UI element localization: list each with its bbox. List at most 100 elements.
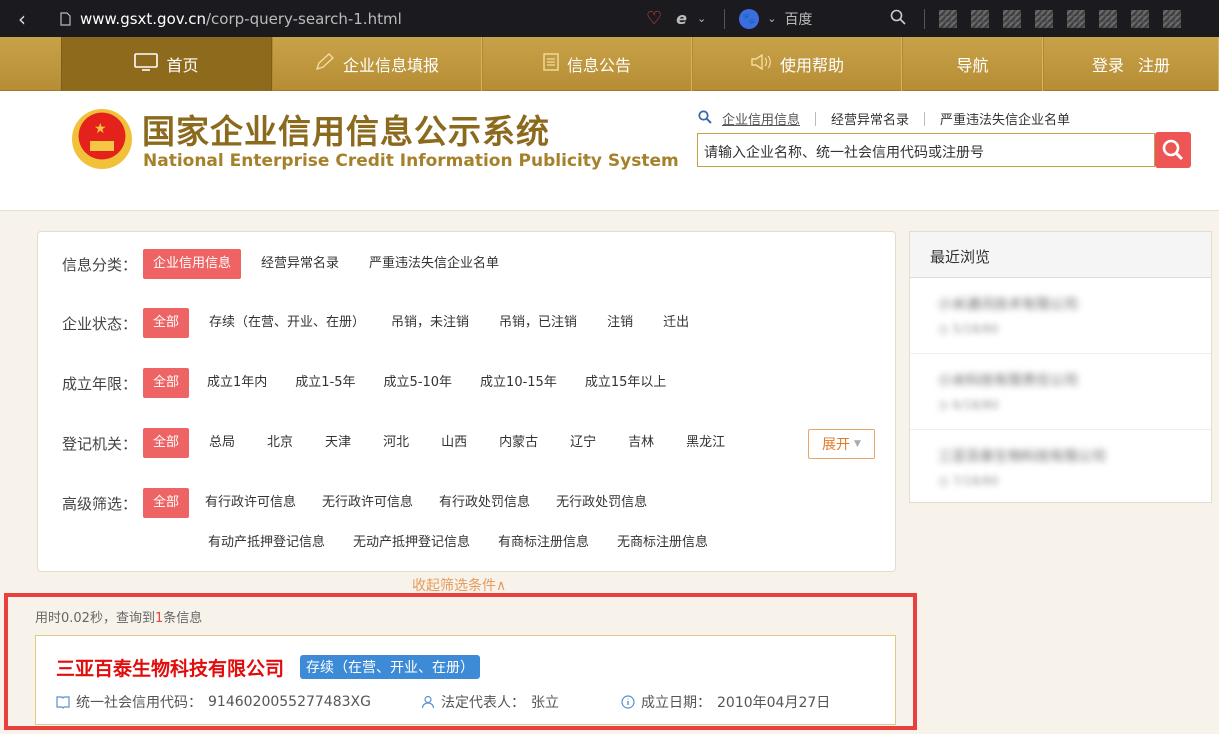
toolbar-divider: [724, 8, 726, 29]
extension-icon[interactable]: [1067, 9, 1086, 28]
filter-chip[interactable]: 辽宁: [560, 428, 606, 458]
extension-icon[interactable]: [1099, 9, 1118, 28]
filter-chip[interactable]: 总局: [199, 428, 245, 458]
tab-blacklist[interactable]: 严重违法失信企业名单: [940, 109, 1070, 128]
extension-icon[interactable]: [1035, 9, 1054, 28]
chevron-down-icon[interactable]: ⌄: [767, 12, 776, 25]
nav-guide-label: 导航: [956, 56, 989, 75]
filter-chip[interactable]: 有商标注册信息: [488, 528, 599, 558]
extension-icon[interactable]: [939, 9, 958, 28]
favorite-icon[interactable]: ♡: [646, 8, 662, 29]
company-search-input[interactable]: 请输入企业名称、统一社会信用代码或注册号: [697, 133, 1155, 167]
site-subtitle: National Enterprise Credit Information P…: [143, 151, 679, 171]
search-icon: [698, 109, 712, 128]
filter-chip[interactable]: 全部: [143, 488, 190, 518]
extension-icon[interactable]: [1131, 9, 1150, 28]
nav-guide[interactable]: 导航: [902, 37, 1043, 91]
ie-mode-icon[interactable]: e: [676, 9, 687, 28]
filter-chip[interactable]: 有行政许可信息: [195, 488, 306, 518]
filter-chip[interactable]: 成立10-15年: [470, 368, 567, 398]
recent-item[interactable]: 小米通讯技术有限公司 ◷ 5/18/80: [910, 278, 1211, 354]
nav-auth: 登录 注册: [1043, 37, 1219, 91]
recent-panel: 最近浏览 小米通讯技术有限公司 ◷ 5/18/80 小米科技有限责任公司 ◷ 6…: [909, 231, 1212, 503]
filter-chip[interactable]: 北京: [257, 428, 303, 458]
extension-icon[interactable]: [1003, 9, 1022, 28]
filter-chip[interactable]: 无行政处罚信息: [546, 488, 657, 518]
recent-item-name: 小米通讯技术有限公司: [938, 297, 1078, 313]
nav-help-label: 使用帮助: [779, 56, 844, 75]
filter-chip[interactable]: 吊销，未注销: [381, 308, 479, 338]
site-header: ★ 国家企业信用信息公示系统 National Enterprise Credi…: [0, 91, 1219, 211]
filter-chip[interactable]: 存续（在营、开业、在册）: [199, 308, 375, 338]
divider: [924, 111, 926, 126]
nav-notice-label: 信息公告: [566, 56, 631, 75]
filter-chip[interactable]: 成立5-10年: [374, 368, 463, 398]
nav-home[interactable]: 首页: [61, 37, 272, 91]
filter-row-category: 信息分类： 企业信用信息 经营异常名录 严重违法失信企业名单: [38, 249, 509, 279]
filter-chip[interactable]: 无动产抵押登记信息: [343, 528, 480, 558]
filter-chip[interactable]: 企业信用信息: [143, 249, 242, 279]
filter-label: 高级筛选：: [61, 494, 137, 513]
filter-chip[interactable]: 有行政处罚信息: [429, 488, 540, 518]
recent-item[interactable]: 小米科技有限责任公司 ◷ 6/18/80: [910, 354, 1211, 430]
nav-notice[interactable]: 信息公告: [482, 37, 692, 91]
extension-icon[interactable]: [971, 9, 990, 28]
filter-chip[interactable]: 河北: [373, 428, 419, 458]
chevron-down-icon[interactable]: ⌄: [697, 12, 706, 25]
site-title: 国家企业信用信息公示系统: [142, 112, 550, 151]
filter-chip[interactable]: 吊销，已注销: [489, 308, 587, 338]
search-engine-input[interactable]: 百度: [784, 9, 884, 29]
main-nav: 首页 企业信息填报 信息公告 使用帮助 导航 登录 注册: [0, 37, 1219, 91]
filter-chip[interactable]: 山西: [431, 428, 477, 458]
clock-icon: ◷: [938, 474, 949, 488]
extension-icon[interactable]: [1163, 9, 1182, 28]
search-icon[interactable]: [890, 9, 907, 29]
search-icon: [1162, 139, 1184, 161]
filter-chip[interactable]: 成立1年内: [197, 368, 277, 398]
filter-chip[interactable]: 经营异常名录: [251, 249, 349, 279]
filter-chip[interactable]: 严重违法失信企业名单: [359, 249, 509, 279]
monitor-icon: [134, 53, 159, 75]
address-bar[interactable]: www.gsxt.gov.cn/corp-query-search-1.html: [80, 10, 640, 28]
filter-chip[interactable]: 黑龙江: [676, 428, 735, 458]
recent-item[interactable]: 三亚百泰生物科技有限公司 ◷ 7/18/80: [910, 430, 1211, 506]
back-icon[interactable]: ‹: [0, 0, 44, 37]
recent-item-date: ◷ 6/18/80: [938, 398, 1183, 412]
filter-row-years: 成立年限： 全部 成立1年内 成立1-5年 成立5-10年 成立10-15年 成…: [38, 368, 676, 398]
filter-label: 成立年限：: [61, 374, 137, 393]
filter-chip[interactable]: 全部: [143, 428, 190, 458]
filter-chip[interactable]: 无行政许可信息: [312, 488, 423, 518]
recent-item-date: ◷ 7/18/80: [938, 474, 1183, 488]
tab-abnormal-list[interactable]: 经营异常名录: [831, 109, 909, 128]
register-link[interactable]: 注册: [1138, 52, 1170, 76]
filter-chip[interactable]: 天津: [315, 428, 361, 458]
filter-chip[interactable]: 注销: [597, 308, 643, 338]
national-emblem-logo: ★: [72, 109, 132, 169]
url-domain: www.gsxt.gov.cn: [80, 9, 206, 28]
filter-chip[interactable]: 吉林: [618, 428, 664, 458]
login-link[interactable]: 登录: [1092, 52, 1124, 76]
recent-item-name: 小米科技有限责任公司: [938, 373, 1078, 389]
nav-report-label: 企业信息填报: [342, 56, 439, 75]
filter-chip[interactable]: 成立15年以上: [575, 368, 677, 398]
tab-credit-info[interactable]: 企业信用信息: [722, 109, 800, 128]
expand-button[interactable]: 展开 ▼: [808, 429, 875, 459]
baidu-paw-icon[interactable]: 🐾: [739, 8, 760, 29]
filter-chip[interactable]: 迁出: [653, 308, 699, 338]
page-icon: [56, 10, 74, 28]
filter-chip[interactable]: 全部: [143, 368, 190, 398]
search-category-tabs: 企业信用信息 经营异常名录 严重违法失信企业名单: [698, 109, 1070, 128]
filter-chip[interactable]: 全部: [143, 308, 190, 338]
nav-report[interactable]: 企业信息填报: [272, 37, 482, 91]
filter-panel: 信息分类： 企业信用信息 经营异常名录 严重违法失信企业名单 企业状态： 全部 …: [37, 231, 896, 572]
nav-help[interactable]: 使用帮助: [692, 37, 902, 91]
highlight-box: [4, 593, 917, 730]
search-button[interactable]: [1155, 132, 1191, 168]
filter-chip[interactable]: 内蒙古: [489, 428, 548, 458]
filter-label: 企业状态：: [61, 314, 137, 333]
filter-chip[interactable]: 有动产抵押登记信息: [198, 528, 335, 558]
filter-chip[interactable]: 无商标注册信息: [607, 528, 718, 558]
filter-chip[interactable]: 成立1-5年: [285, 368, 365, 398]
recent-item-date: ◷ 5/18/80: [938, 322, 1183, 336]
collapse-filters-link[interactable]: 收起筛选条件∧: [412, 575, 506, 595]
